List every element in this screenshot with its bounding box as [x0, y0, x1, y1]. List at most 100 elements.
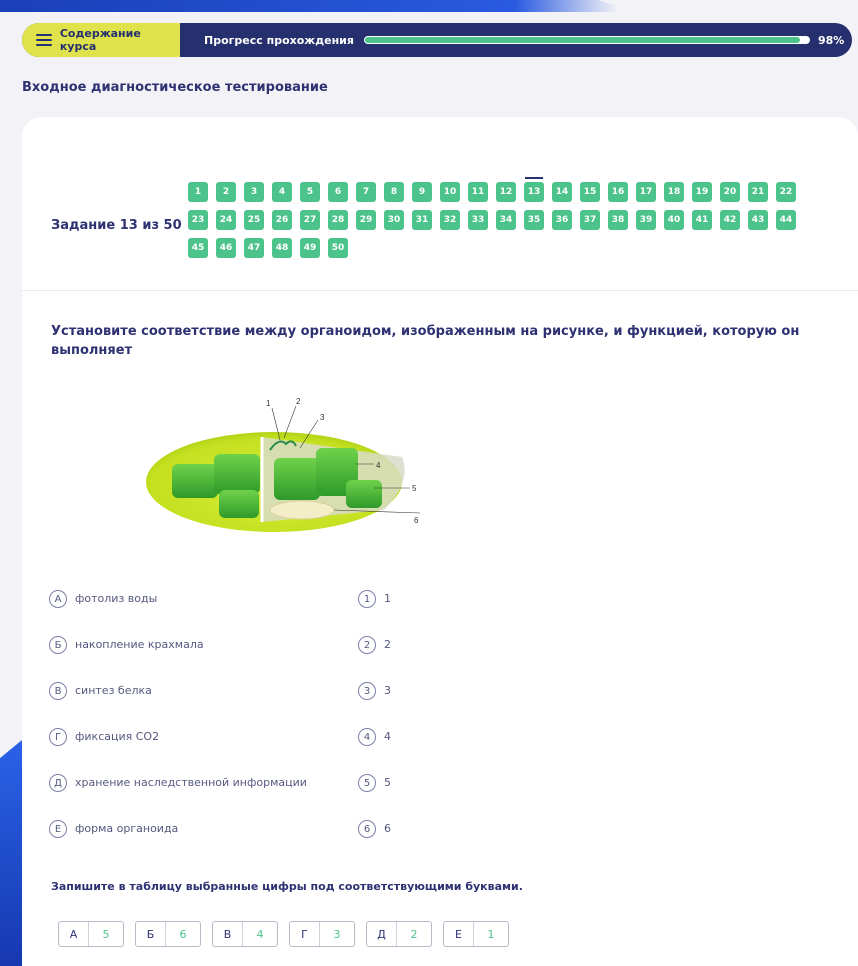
task-nav-button-39[interactable]: 39 [636, 210, 656, 230]
task-navigation: 1 2 3 4 5 6 7 8 9 10 11 12 13 14 15 16 17 18 19 20 21 22 23 24 2… [188, 177, 828, 266]
task-nav-button-36[interactable]: 36 [552, 210, 572, 230]
task-nav-button-2[interactable]: 2 [216, 182, 236, 202]
task-nav-button-1[interactable]: 1 [188, 182, 208, 202]
task-nav-button-41[interactable]: 41 [692, 210, 712, 230]
task-nav-button-49[interactable]: 49 [300, 238, 320, 258]
task-nav-button-20[interactable]: 20 [720, 182, 740, 202]
task-nav-button-3[interactable]: 3 [244, 182, 264, 202]
task-nav-button-14[interactable]: 14 [552, 182, 572, 202]
answer-input[interactable]: 5 [89, 922, 123, 946]
task-counter: Задание 13 из 50 [51, 218, 182, 233]
left-item-text: фиксация CO2 [75, 730, 160, 743]
task-nav-button-6[interactable]: 6 [328, 182, 348, 202]
right-item: 55 [358, 774, 391, 820]
task-nav-button-44[interactable]: 44 [776, 210, 796, 230]
figure-label-1: 1 [266, 399, 271, 408]
left-item-text: хранение наследственной информации [75, 776, 307, 789]
task-nav-button-10[interactable]: 10 [440, 182, 460, 202]
task-nav-button-19[interactable]: 19 [692, 182, 712, 202]
task-nav-button-43[interactable]: 43 [748, 210, 768, 230]
task-nav-button-11[interactable]: 11 [468, 182, 488, 202]
task-nav-button-42[interactable]: 42 [720, 210, 740, 230]
task-nav-button-25[interactable]: 25 [244, 210, 264, 230]
task-nav-button-31[interactable]: 31 [412, 210, 432, 230]
answer-input[interactable]: 2 [397, 922, 431, 946]
answer-cell: А5 [58, 921, 124, 947]
task-nav-button-29[interactable]: 29 [356, 210, 376, 230]
background-left-accent [0, 740, 22, 966]
left-item: Всинтез белка [49, 682, 307, 728]
task-nav-button-17[interactable]: 17 [636, 182, 656, 202]
task-nav-button-35[interactable]: 35 [524, 210, 544, 230]
left-item: Дхранение наследственной информации [49, 774, 307, 820]
task-nav-button-12[interactable]: 12 [496, 182, 516, 202]
answer-cell: Д2 [366, 921, 432, 947]
answer-input[interactable]: 6 [166, 922, 200, 946]
left-item-text: накопление крахмала [75, 638, 204, 651]
answer-letter: Е [444, 922, 474, 946]
answer-letter: А [59, 922, 89, 946]
answer-cell: Е1 [443, 921, 509, 947]
progress-bar [363, 36, 810, 44]
task-nav-button-28[interactable]: 28 [328, 210, 348, 230]
left-item-text: форма органоида [75, 822, 179, 835]
task-nav-button-50[interactable]: 50 [328, 238, 348, 258]
task-nav-button-15[interactable]: 15 [580, 182, 600, 202]
task-nav-button-30[interactable]: 30 [384, 210, 404, 230]
answer-input[interactable]: 3 [320, 922, 354, 946]
task-nav-button-5[interactable]: 5 [300, 182, 320, 202]
task-nav-button-18[interactable]: 18 [664, 182, 684, 202]
letter-badge: Е [49, 820, 67, 838]
task-nav-button-34[interactable]: 34 [496, 210, 516, 230]
answer-input[interactable]: 4 [243, 922, 277, 946]
right-item-text: 2 [384, 638, 391, 651]
task-nav-button-9[interactable]: 9 [412, 182, 432, 202]
task-nav-button-32[interactable]: 32 [440, 210, 460, 230]
answer-letter: Д [367, 922, 397, 946]
task-nav-button-48[interactable]: 48 [272, 238, 292, 258]
task-nav-button-21[interactable]: 21 [748, 182, 768, 202]
task-nav-button-38[interactable]: 38 [608, 210, 628, 230]
task-nav-button-40[interactable]: 40 [664, 210, 684, 230]
task-nav-button-37[interactable]: 37 [580, 210, 600, 230]
task-nav-button-27[interactable]: 27 [300, 210, 320, 230]
task-nav-button-23[interactable]: 23 [188, 210, 208, 230]
answer-cell: Б6 [135, 921, 201, 947]
top-bar: Содержание курса Прогресс прохождения 98… [22, 23, 852, 57]
number-badge: 4 [358, 728, 376, 746]
left-item-text: синтез белка [75, 684, 152, 697]
figure-label-4: 4 [376, 461, 381, 470]
task-nav-button-47[interactable]: 47 [244, 238, 264, 258]
task-nav-button-13[interactable]: 13 [524, 177, 544, 202]
right-item-text: 3 [384, 684, 391, 697]
course-contents-button[interactable]: Содержание курса [22, 23, 180, 57]
left-item: Еформа органоида [49, 820, 307, 866]
figure-label-3: 3 [320, 413, 325, 422]
task-nav-button-7[interactable]: 7 [356, 182, 376, 202]
task-card: Задание 13 из 50 1 2 3 4 5 6 7 8 9 10 11 12 13 14 15 16… [22, 117, 858, 966]
task-nav-button-24[interactable]: 24 [216, 210, 236, 230]
task-nav-button-22[interactable]: 22 [776, 182, 796, 202]
task-nav-button-33[interactable]: 33 [468, 210, 488, 230]
task-nav-button-8[interactable]: 8 [384, 182, 404, 202]
right-item-text: 1 [384, 592, 391, 605]
answer-input[interactable]: 1 [474, 922, 508, 946]
answer-cell: В4 [212, 921, 278, 947]
progress-percent: 98% [817, 33, 845, 47]
task-nav-button-26[interactable]: 26 [272, 210, 292, 230]
number-badge: 1 [358, 590, 376, 608]
answer-letter: В [213, 922, 243, 946]
task-nav-button-46[interactable]: 46 [216, 238, 236, 258]
right-item: 66 [358, 820, 391, 866]
answer-cell: Г3 [289, 921, 355, 947]
right-item-text: 4 [384, 730, 391, 743]
left-column: Афотолиз воды Бнакопление крахмала Всинт… [49, 590, 307, 866]
figure-label-6: 6 [414, 516, 419, 525]
figure-label-5: 5 [412, 484, 417, 493]
task-nav-button-45[interactable]: 45 [188, 238, 208, 258]
letter-badge: А [49, 590, 67, 608]
task-nav-button-16[interactable]: 16 [608, 182, 628, 202]
letter-badge: В [49, 682, 67, 700]
progress-label: Прогресс прохождения [204, 33, 354, 47]
task-nav-button-4[interactable]: 4 [272, 182, 292, 202]
